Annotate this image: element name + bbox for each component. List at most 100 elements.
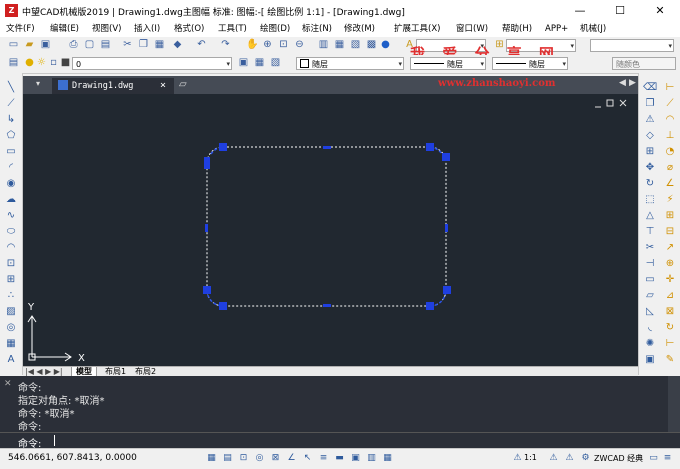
print-preview-icon[interactable]: ▢ — [84, 39, 95, 51]
workspace-label[interactable]: ZWCAD 经典 — [594, 453, 643, 464]
mtext-icon[interactable]: A — [4, 353, 18, 367]
zoom-window-icon[interactable]: ⊡ — [278, 39, 289, 51]
save-icon[interactable]: ▣ — [40, 39, 51, 51]
lengthen-icon[interactable]: ⊤ — [643, 225, 657, 239]
grip[interactable] — [442, 153, 450, 161]
menu-help[interactable]: 帮助(H) — [502, 23, 532, 36]
circle-icon[interactable]: ◉ — [4, 177, 18, 191]
properties-icon[interactable]: ▥ — [318, 39, 329, 51]
snap-icon[interactable]: ▦ — [206, 453, 217, 464]
dim-ordinate-icon[interactable]: ⊥ — [663, 129, 677, 143]
drawing-canvas[interactable]: Y X — [23, 94, 638, 366]
tab-close-icon[interactable]: × — [160, 78, 166, 94]
menu-view[interactable]: 视图(V) — [92, 23, 121, 36]
zoom-realtime-icon[interactable]: ⊕ — [262, 39, 273, 51]
tab-drawing1[interactable]: Drawing1.dwg × — [52, 78, 174, 94]
annotation-scale-value[interactable]: 1:1 — [524, 453, 537, 462]
dim-override-icon[interactable]: ✎ — [663, 353, 677, 367]
help-icon[interactable]: ● — [380, 39, 391, 51]
trim-icon[interactable]: ✂ — [643, 241, 657, 255]
tool-palette-icon[interactable]: ▧ — [350, 39, 361, 51]
mirror-icon[interactable]: ⚠ — [643, 113, 657, 127]
dim-style-manager-icon[interactable]: ⊢ — [663, 337, 677, 351]
sun-icon[interactable]: ☼ — [36, 57, 47, 69]
extend-icon[interactable]: ⊣ — [643, 257, 657, 271]
color-combo[interactable]: 随层 ▾ — [296, 57, 404, 70]
insert-block-icon[interactable]: ⊡ — [4, 257, 18, 271]
new-file-icon[interactable]: ▭ — [8, 39, 19, 51]
grip[interactable] — [205, 224, 208, 232]
design-center-icon[interactable]: ▦ — [334, 39, 345, 51]
menu-mechanical[interactable]: 机械(J) — [580, 23, 606, 36]
layer-combo[interactable]: 0 ▾ — [72, 57, 232, 70]
menu-draw[interactable]: 绘图(D) — [260, 23, 290, 36]
undo-icon[interactable]: ↶ — [196, 39, 207, 51]
layer-states-icon[interactable]: ▧ — [270, 57, 281, 69]
menu-insert[interactable]: 插入(I) — [134, 23, 160, 36]
tab-scroll-right-icon[interactable]: ▶ — [629, 78, 636, 88]
break-icon[interactable]: ▭ — [643, 273, 657, 287]
grip[interactable] — [219, 143, 227, 151]
polygon-icon[interactable]: ⬠ — [4, 129, 18, 143]
selection-cycling-icon[interactable]: ▣ — [350, 453, 361, 464]
stretch-icon[interactable]: △ — [643, 209, 657, 223]
command-input-bar[interactable]: 命令: — [0, 432, 680, 450]
dynamic-input-icon[interactable]: ↖ — [302, 453, 313, 464]
grip[interactable] — [323, 146, 331, 149]
rectangle-icon[interactable]: ▭ — [4, 145, 18, 159]
model-space-icon[interactable]: ▬ — [334, 453, 345, 464]
point-icon[interactable]: ∴ — [4, 289, 18, 303]
bulb-icon[interactable]: ● — [24, 57, 35, 69]
menu-app-plus[interactable]: APP+ — [545, 23, 568, 36]
grip[interactable] — [323, 304, 331, 307]
grip[interactable] — [219, 302, 227, 310]
dim-quick-icon[interactable]: ⚡ — [663, 193, 677, 207]
workspace-gear-icon[interactable]: ⚙ — [580, 453, 591, 464]
match-properties-icon[interactable]: ◆ — [172, 39, 183, 51]
auto-scale-icon[interactable]: ⚠ — [564, 453, 575, 464]
grip[interactable] — [204, 157, 210, 169]
menu-tools[interactable]: 工具(T) — [218, 23, 247, 36]
transparency-icon[interactable]: ▥ — [366, 453, 377, 464]
command-scrollbar[interactable] — [668, 376, 680, 432]
viewport-restore-icon[interactable] — [606, 99, 614, 107]
pan-icon[interactable]: ✋ — [246, 39, 258, 51]
line-icon[interactable]: ╲ — [4, 81, 18, 95]
rotate-icon[interactable]: ↻ — [643, 177, 657, 191]
dim-linear-icon[interactable]: ⊢ — [663, 81, 677, 95]
minimize-button[interactable]: — — [560, 0, 600, 22]
join-icon[interactable]: ▱ — [643, 289, 657, 303]
dim-angular-icon[interactable]: ∠ — [663, 177, 677, 191]
open-folder-icon[interactable]: ▰ — [24, 39, 35, 51]
dim-update-icon[interactable]: ↻ — [663, 321, 677, 335]
dim-aligned-icon[interactable]: ⟋ — [663, 97, 677, 111]
close-button[interactable]: ✕ — [640, 0, 680, 22]
viewport-close-icon[interactable] — [619, 99, 627, 107]
make-current-layer-icon[interactable]: ▣ — [238, 57, 249, 69]
leader-icon[interactable]: ↗ — [663, 241, 677, 255]
erase-icon[interactable]: ⌫ — [643, 81, 657, 95]
fullscreen-icon[interactable]: ▭ — [648, 453, 659, 464]
menu-edit[interactable]: 编辑(E) — [50, 23, 79, 36]
menu-extend-tools[interactable]: 扩展工具(X) — [394, 23, 440, 36]
spline-icon[interactable]: ∿ — [4, 209, 18, 223]
properties-edit-icon[interactable]: ▣ — [643, 353, 657, 367]
revision-cloud-icon[interactable]: ☁ — [4, 193, 18, 207]
tolerance-icon[interactable]: ⊕ — [663, 257, 677, 271]
grip[interactable] — [203, 286, 211, 294]
menu-format[interactable]: 格式(O) — [174, 23, 204, 36]
annotation-visibility-icon[interactable]: ⚠ — [548, 453, 559, 464]
publish-icon[interactable]: ▤ — [100, 39, 111, 51]
dim-radius-icon[interactable]: ◔ — [663, 145, 677, 159]
polyline-icon[interactable]: ↳ — [4, 113, 18, 127]
zoom-previous-icon[interactable]: ⊖ — [294, 39, 305, 51]
copy-object-icon[interactable]: ❐ — [643, 97, 657, 111]
lineweight-toggle-icon[interactable]: ≡ — [318, 453, 329, 464]
region-icon[interactable]: ◎ — [4, 321, 18, 335]
grip[interactable] — [426, 143, 434, 151]
offset-icon[interactable]: ◇ — [643, 129, 657, 143]
redo-icon[interactable]: ↷ — [220, 39, 231, 51]
tab-scroll-left-icon[interactable]: ◀ — [619, 78, 626, 88]
rounded-rectangle[interactable] — [206, 146, 447, 307]
tab-list-arrow-icon[interactable]: ▾ — [36, 79, 40, 88]
